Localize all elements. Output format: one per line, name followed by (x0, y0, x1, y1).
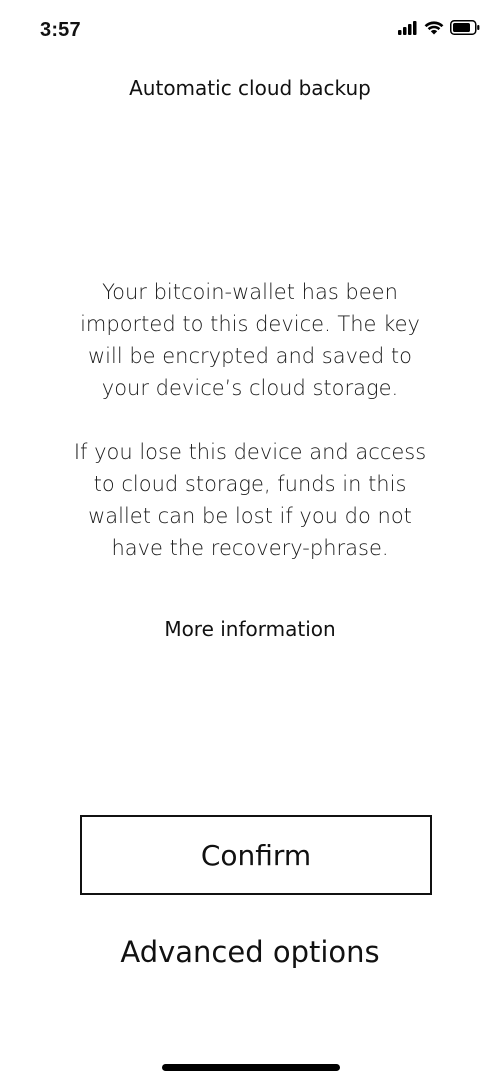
confirm-button[interactable]: Confirm (80, 815, 432, 895)
status-bar: 3:57 (0, 0, 500, 60)
status-icons (398, 20, 480, 35)
page-title: Automatic cloud backup (129, 76, 371, 100)
status-time: 3:57 (40, 19, 81, 41)
confirm-button-label: Confirm (200, 838, 312, 872)
more-information-link[interactable]: More information (0, 617, 500, 641)
backup-warning: If you lose this device and access to cl… (73, 440, 427, 560)
wifi-icon (424, 21, 444, 35)
backup-description: Your bitcoin-wallet has been imported to… (80, 280, 420, 400)
advanced-options-button[interactable]: Advanced options (0, 935, 500, 969)
home-indicator[interactable] (162, 1064, 340, 1071)
cellular-signal-icon (398, 20, 417, 35)
battery-icon (450, 20, 480, 35)
